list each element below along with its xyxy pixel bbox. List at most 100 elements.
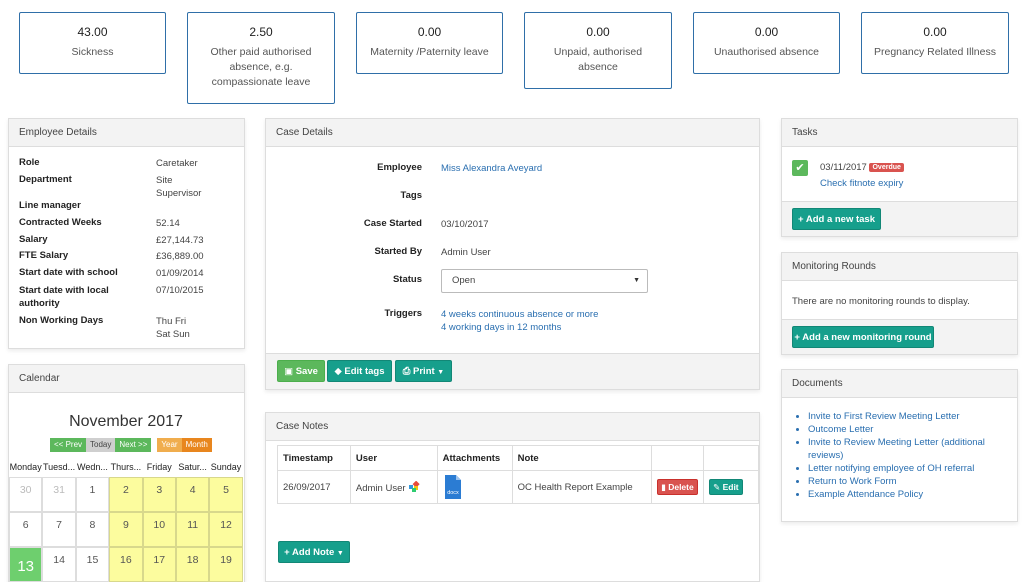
caret-down-icon: ▼	[336, 550, 344, 557]
calendar-day[interactable]: 1	[75, 477, 110, 512]
trash-icon: ▮	[661, 482, 666, 492]
column-header	[703, 445, 759, 471]
delete-cell: ▮ Delete	[651, 470, 705, 504]
calendar-day[interactable]: 17	[142, 547, 176, 582]
weekday-label: Wedn...	[77, 462, 108, 472]
calendar-day-today[interactable]: 13	[9, 547, 43, 582]
add-note-button[interactable]: + Add Note ▼	[278, 541, 350, 563]
task-date: 03/11/2017	[820, 162, 867, 173]
note-attachment[interactable]: docx	[436, 470, 513, 504]
document-link[interactable]: Invite to Review Meeting Letter (additio…	[808, 436, 1018, 462]
stat-value: 2.50	[249, 25, 273, 39]
calendar-day[interactable]: 4	[175, 477, 210, 512]
detail-label: FTE Salary	[19, 250, 69, 261]
edit-cell: ✎ Edit	[703, 470, 759, 504]
calendar-month: November 2017	[69, 413, 183, 430]
case-details-footer: ▣ Save ◆ Edit tags ⎙ Print ▼	[266, 353, 759, 389]
calendar-day[interactable]: 15	[75, 547, 110, 582]
calendar-day[interactable]: 30	[9, 477, 43, 512]
document-link[interactable]: Invite to First Review Meeting Letter	[808, 410, 1018, 423]
today-button[interactable]: Today	[86, 438, 116, 452]
employee-details-panel: Employee Details Role Caretaker Departme…	[8, 118, 245, 349]
panel-title: Tasks	[782, 119, 1017, 147]
document-link[interactable]: Outcome Letter	[808, 423, 1018, 436]
plus-icon: +	[284, 547, 290, 558]
column-header: User	[349, 445, 438, 471]
edit-label: Edit	[722, 482, 739, 492]
calendar-grid: Monday Tuesd... Wedn... Thurs... Friday …	[9, 457, 243, 582]
document-link[interactable]: Return to Work Form	[808, 475, 1018, 488]
calendar-day[interactable]: 16	[109, 547, 143, 582]
print-button[interactable]: ⎙ Print ▼	[395, 360, 452, 382]
case-details-panel: Case Details Employee Miss Alexandra Ave…	[265, 118, 760, 390]
stat-label: Pregnancy Related Illness	[874, 46, 996, 58]
stat-label: Unauthorised absence	[713, 46, 820, 58]
document-link[interactable]: Letter notifying employee of OH referral	[808, 462, 1018, 475]
monitoring-empty-text: There are no monitoring rounds to displa…	[792, 296, 970, 307]
calendar-day[interactable]: 3	[142, 477, 176, 512]
note-user: Admin User	[349, 470, 438, 504]
stat-unpaid: 0.00 Unpaid, authorised absence	[524, 12, 672, 89]
detail-value: 07/10/2015	[156, 285, 204, 296]
weekday-label: Thurs...	[110, 462, 142, 472]
trigger-link[interactable]: 4 weeks continuous absence or more	[441, 308, 598, 321]
edit-button[interactable]: ✎ Edit	[709, 479, 743, 495]
check-icon: ✔	[795, 162, 805, 174]
save-label: Save	[295, 366, 318, 377]
docx-file-icon[interactable]: docx	[443, 475, 463, 499]
add-task-button[interactable]: + Add a new task	[792, 208, 881, 230]
edit-tags-label: Edit tags	[344, 366, 385, 377]
document-link[interactable]: Example Attendance Policy	[808, 488, 1018, 501]
calendar-day[interactable]: 31	[42, 477, 76, 512]
calendar-panel: Calendar November 2017 << Prev Today Nex…	[8, 364, 245, 582]
status-select[interactable]: Open ▼	[441, 269, 648, 293]
calendar-day[interactable]: 9	[109, 512, 143, 547]
calendar-day[interactable]: 19	[209, 547, 243, 582]
calendar-day[interactable]: 5	[209, 477, 243, 512]
detail-value: 01/09/2014	[156, 268, 204, 279]
add-monitoring-round-button[interactable]: + Add a new monitoring round	[792, 326, 934, 348]
column-header	[651, 445, 705, 471]
calendar-day[interactable]: 7	[42, 512, 76, 547]
trigger-link[interactable]: 4 working days in 12 months	[441, 321, 561, 334]
next-button[interactable]: Next >>	[115, 438, 152, 452]
plus-icon: +	[794, 332, 800, 343]
task-checkbox[interactable]: ✔	[792, 160, 808, 176]
panel-title: Documents	[782, 370, 1017, 398]
calendar-day[interactable]: 10	[142, 512, 176, 547]
calendar-day[interactable]: 8	[75, 512, 110, 547]
task-link[interactable]: Check fitnote expiry	[820, 178, 903, 189]
prev-button[interactable]: << Prev	[50, 438, 87, 452]
delete-button[interactable]: ▮ Delete	[657, 479, 698, 495]
calendar-day[interactable]: 14	[42, 547, 76, 582]
documents-panel: Documents Invite to First Review Meeting…	[781, 369, 1018, 522]
month-button[interactable]: Month	[181, 438, 212, 452]
add-note-label: Add Note	[292, 547, 335, 558]
employee-link[interactable]: Miss Alexandra Aveyard	[441, 162, 542, 175]
stat-value: 0.00	[586, 25, 610, 39]
note-timestamp: 26/09/2017	[277, 470, 351, 504]
calendar-day[interactable]: 11	[175, 512, 210, 547]
year-button[interactable]: Year	[157, 438, 182, 452]
detail-value: Caretaker	[156, 158, 198, 169]
note-text: OC Health Report Example	[511, 470, 653, 504]
stat-sickness: 43.00 Sickness	[19, 12, 166, 74]
save-button[interactable]: ▣ Save	[277, 360, 325, 382]
detail-label: Start date with school	[19, 267, 118, 278]
edit-tags-button[interactable]: ◆ Edit tags	[327, 360, 392, 382]
calendar-day[interactable]: 2	[109, 477, 143, 512]
tasks-panel: Tasks ✔ 03/11/2017 Overdue Check fitnote…	[781, 118, 1018, 237]
calendar-day[interactable]: 6	[9, 512, 43, 547]
task-date-row: 03/11/2017 Overdue	[820, 162, 904, 173]
overdue-badge: Overdue	[869, 163, 904, 172]
monitoring-footer: + Add a new monitoring round	[782, 319, 1017, 354]
detail-label: Role	[19, 157, 40, 168]
calendar-day[interactable]: 12	[209, 512, 243, 547]
detail-value: £27,144.73	[156, 235, 204, 246]
detail-label: Line manager	[19, 200, 81, 211]
case-notes-table: Timestamp User Attachments Note 26/09/20…	[277, 445, 759, 504]
stat-label: Sickness	[71, 46, 114, 58]
svg-text:docx: docx	[447, 490, 459, 496]
weekday-label: Satur...	[178, 462, 207, 472]
calendar-day[interactable]: 18	[175, 547, 210, 582]
